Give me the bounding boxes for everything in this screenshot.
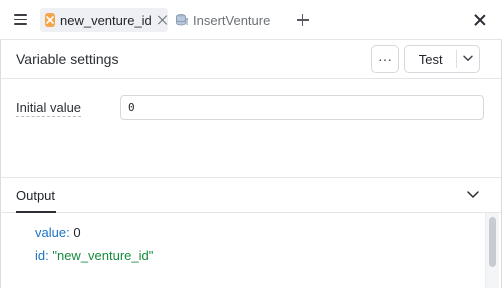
test-button[interactable]: Test: [404, 45, 480, 73]
output-key: id:: [35, 248, 49, 263]
output-tab[interactable]: Output: [16, 188, 55, 203]
output-line-value: value: 0: [35, 225, 81, 240]
output-value: "new_venture_id": [52, 248, 154, 263]
scrollbar-thumb[interactable]: [489, 217, 496, 267]
variable-icon: [45, 13, 55, 27]
settings-header: Variable settings ··· Test: [0, 40, 502, 79]
scrollbar[interactable]: [485, 213, 499, 288]
chevron-down-icon[interactable]: [466, 190, 480, 200]
output-line-id: id: "new_venture_id": [35, 248, 153, 263]
initial-value-label: Initial value: [16, 100, 82, 117]
tab-close-icon[interactable]: [158, 15, 163, 25]
database-icon: [176, 14, 188, 26]
add-tab-icon[interactable]: [296, 13, 310, 27]
initial-value-input[interactable]: 0: [120, 95, 484, 120]
tab-new-venture-id[interactable]: new_venture_id: [40, 8, 168, 32]
page-title: Variable settings: [16, 51, 119, 67]
tab-label: new_venture_id: [60, 12, 152, 28]
tab-label: InsertVenture: [193, 12, 271, 28]
output-body: value: 0 id: "new_venture_id": [0, 213, 502, 288]
chevron-down-icon[interactable]: [457, 46, 479, 72]
output-value: 0: [73, 225, 81, 240]
output-header[interactable]: Output: [0, 177, 502, 213]
test-button-label: Test: [418, 51, 443, 67]
close-icon[interactable]: [474, 14, 486, 26]
tab-insert-venture[interactable]: InsertVenture: [173, 8, 283, 32]
output-key: value:: [35, 225, 70, 240]
tab-bar: new_venture_id InsertVenture: [0, 0, 502, 40]
menu-icon[interactable]: [14, 13, 28, 25]
more-options-button[interactable]: ···: [371, 45, 399, 73]
